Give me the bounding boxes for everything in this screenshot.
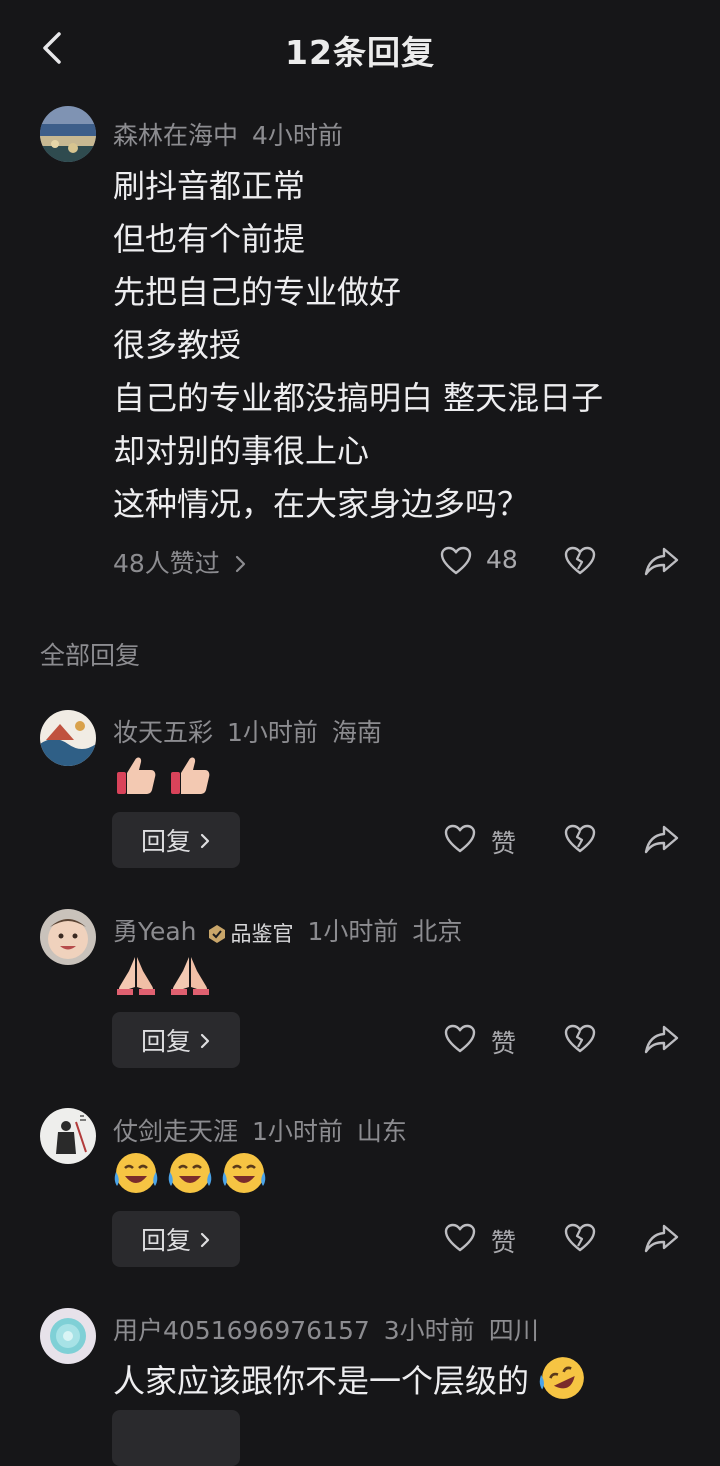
folded-hands-icon: [117, 957, 155, 995]
thumbs-up-icon: [117, 757, 156, 794]
share-icon[interactable]: [643, 1022, 681, 1056]
thumbs-up-icon: [171, 757, 210, 794]
top-bar: 12条回复: [0, 0, 720, 96]
share-icon[interactable]: [643, 822, 681, 856]
reply-actions: 赞: [0, 1022, 720, 1062]
comment-line: 自己的专业都没搞明白 整天混日子: [113, 379, 604, 417]
reply-text-content: 人家应该跟你不是一个层级的: [113, 1362, 530, 1400]
location: 四川: [488, 1316, 539, 1345]
reply-emojis: [113, 752, 213, 804]
section-label: 全部回复: [40, 641, 141, 670]
timestamp: 1小时前: [252, 1117, 343, 1146]
avatar[interactable]: [40, 106, 96, 162]
comment-actions: 48: [0, 544, 720, 584]
folded-hands-icon: [171, 957, 209, 995]
page-title: 12条回复: [285, 33, 435, 72]
heart-icon[interactable]: [443, 1022, 477, 1056]
timestamp: 1小时前: [227, 718, 318, 747]
timestamp: 1小时前: [307, 917, 399, 946]
timestamp: 3小时前: [383, 1316, 475, 1345]
like-label: 赞: [491, 1029, 517, 1058]
avatar[interactable]: [40, 710, 96, 766]
like-label: 赞: [491, 829, 517, 858]
comment-body: 刷抖音都正常 但也有个前提 先把自己的专业做好 很多教授 自己的专业都没搞明白 …: [113, 160, 693, 531]
location: 北京: [412, 917, 463, 946]
comment-line: 很多教授: [113, 326, 242, 364]
badge-label: 品鉴官: [230, 922, 294, 946]
reply-meta: 用户4051696976157 3小时前 四川: [113, 1311, 553, 1347]
share-icon[interactable]: [643, 1221, 681, 1255]
laugh-cry-icon: [114, 1153, 158, 1193]
avatar[interactable]: [40, 1308, 96, 1364]
username[interactable]: 勇Yeah: [113, 917, 197, 946]
reply-emojis: [113, 951, 213, 1003]
reply-meta: 仗剑走天涯 1小时前 山东: [113, 1112, 421, 1148]
dislike-heart-icon[interactable]: [563, 1221, 597, 1255]
heart-icon[interactable]: [443, 822, 477, 856]
username[interactable]: 用户4051696976157: [113, 1316, 370, 1345]
reply-actions: 赞: [0, 1221, 720, 1261]
username[interactable]: 妆天五彩: [113, 718, 213, 747]
rolling-laugh-icon: [539, 1357, 585, 1399]
dislike-heart-icon[interactable]: [563, 822, 597, 856]
comment-line: 但也有个前提: [113, 220, 306, 258]
reply-button[interactable]: [112, 1410, 240, 1466]
laugh-cry-icon: [168, 1153, 212, 1193]
like-count: 48: [486, 545, 518, 574]
heart-icon[interactable]: [443, 1221, 477, 1255]
heart-icon[interactable]: [439, 544, 473, 578]
dislike-heart-icon[interactable]: [563, 1022, 597, 1056]
username[interactable]: 森林在海中: [113, 121, 238, 150]
comment-line: 却对别的事很上心: [113, 432, 370, 470]
avatar[interactable]: [40, 909, 96, 965]
badge-icon: [208, 925, 225, 943]
location: 海南: [331, 718, 382, 747]
dislike-heart-icon[interactable]: [563, 544, 597, 578]
reply-actions: 赞: [0, 822, 720, 862]
comment-line: 先把自己的专业做好: [113, 273, 402, 311]
comment-line: 这种情况，在大家身边多吗？: [113, 485, 530, 523]
comment-meta: 森林在海中 4小时前: [113, 116, 357, 152]
reply-meta: 妆天五彩 1小时前 海南: [113, 713, 396, 749]
reply-emojis: [113, 1150, 267, 1202]
badge: 品鉴官: [207, 918, 294, 948]
like-label: 赞: [491, 1228, 517, 1257]
reply-meta: 勇Yeah 品鉴官 1小时前 北京: [113, 912, 476, 948]
timestamp: 4小时前: [252, 121, 343, 150]
avatar[interactable]: [40, 1108, 96, 1164]
username[interactable]: 仗剑走天涯: [113, 1117, 238, 1146]
location: 山东: [356, 1117, 407, 1146]
reply-text: 人家应该跟你不是一个层级的: [113, 1354, 587, 1402]
comment-line: 刷抖音都正常: [113, 167, 306, 205]
laugh-cry-icon: [222, 1153, 266, 1193]
share-icon[interactable]: [643, 544, 681, 578]
